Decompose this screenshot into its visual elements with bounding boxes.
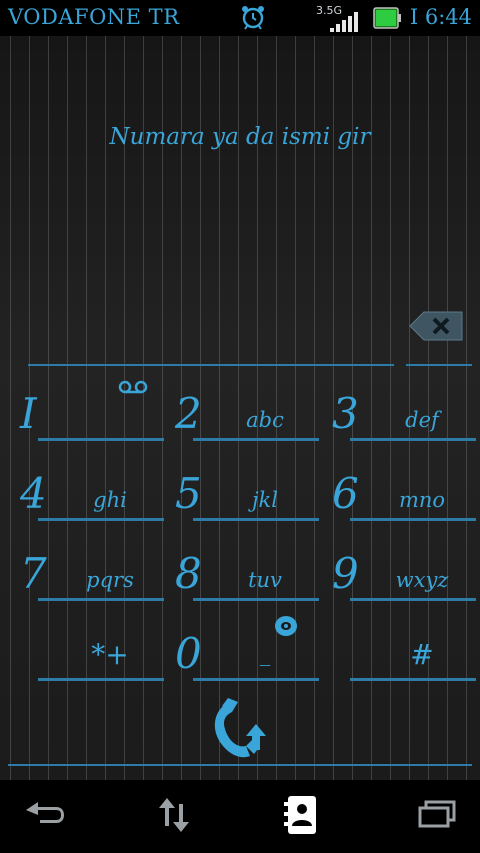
key-underline xyxy=(38,438,164,441)
key-digit: 6 xyxy=(332,469,359,518)
key-3[interactable]: 3 def xyxy=(332,388,480,468)
key-9[interactable]: 9 wxyz xyxy=(332,548,480,628)
key-underline xyxy=(38,678,164,681)
key-digit: 9 xyxy=(332,549,359,598)
alarm-icon xyxy=(242,6,264,30)
voicemail-icon xyxy=(118,380,148,394)
key-hash[interactable]: # xyxy=(332,628,480,708)
key-underline xyxy=(38,518,164,521)
key-letters: def xyxy=(405,408,439,432)
data-transfer-icon[interactable] xyxy=(145,792,205,838)
clock: I 6:44 xyxy=(409,5,472,29)
key-underline xyxy=(193,518,319,521)
key-letters: jkl xyxy=(252,488,278,512)
signal-indicator: 3.5G xyxy=(316,4,366,32)
number-input-hint[interactable]: Numara ya da ismi gir xyxy=(0,124,480,150)
key-letters: _ xyxy=(259,642,271,666)
key-1[interactable]: I xyxy=(20,380,176,468)
backspace-icon[interactable] xyxy=(408,310,464,342)
carrier-name: VODAFONE TR xyxy=(8,5,180,29)
contacts-icon[interactable] xyxy=(272,792,332,838)
key-7[interactable]: 7 pqrs xyxy=(20,548,176,628)
key-underline xyxy=(350,678,476,681)
key-letters: ghi xyxy=(93,488,127,512)
key-4[interactable]: 4 ghi xyxy=(20,468,176,548)
key-letters: pqrs xyxy=(86,568,134,592)
key-letters: mno xyxy=(398,488,446,512)
recent-apps-icon[interactable] xyxy=(408,792,468,838)
key-underline xyxy=(38,598,164,601)
key-digit: 2 xyxy=(175,389,202,438)
key-letters: tuv xyxy=(248,568,282,592)
call-icon[interactable] xyxy=(206,696,274,764)
key-underline xyxy=(350,438,476,441)
globe-icon xyxy=(275,616,297,636)
key-star[interactable]: *+ xyxy=(20,628,176,708)
key-digit: 7 xyxy=(20,549,47,598)
key-underline xyxy=(350,518,476,521)
dialer-bottom-divider xyxy=(8,764,472,766)
key-digit: I xyxy=(20,389,37,438)
battery-icon xyxy=(373,7,401,29)
key-5[interactable]: 5 jkl xyxy=(175,468,331,548)
key-6[interactable]: 6 mno xyxy=(332,468,480,548)
backspace-underline xyxy=(406,364,472,366)
number-input-underline xyxy=(28,364,394,366)
signal-icon xyxy=(330,12,358,32)
key-letters: # xyxy=(410,638,434,671)
back-icon[interactable] xyxy=(12,792,72,838)
navigation-bar xyxy=(0,780,480,853)
key-underline xyxy=(350,598,476,601)
key-digit: 8 xyxy=(175,549,202,598)
key-underline xyxy=(193,678,319,681)
key-underline xyxy=(193,598,319,601)
key-digit: 5 xyxy=(175,469,202,518)
key-letters: abc xyxy=(246,408,284,432)
key-letters: *+ xyxy=(91,638,129,671)
key-8[interactable]: 8 tuv xyxy=(175,548,331,628)
key-digit: 0 xyxy=(175,629,202,678)
key-digit: 3 xyxy=(332,389,359,438)
status-bar: VODAFONE TR 3.5G I 6:44 xyxy=(0,0,480,36)
key-digit: 4 xyxy=(20,469,47,518)
key-letters: wxyz xyxy=(395,568,449,592)
key-2[interactable]: 2 abc xyxy=(175,388,331,468)
dialer-panel: Numara ya da ismi gir I 2 abc 3 def 4 gh… xyxy=(0,36,480,780)
key-underline xyxy=(193,438,319,441)
